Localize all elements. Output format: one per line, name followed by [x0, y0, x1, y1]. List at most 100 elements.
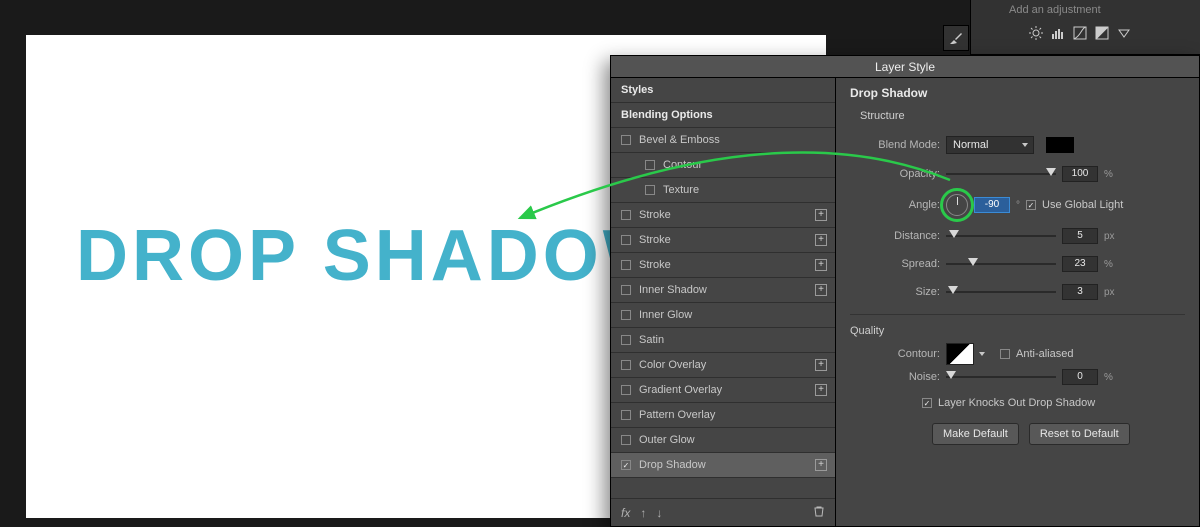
sidebar-item-inner-shadow[interactable]: Inner Shadow + — [611, 278, 835, 303]
sidebar-item-label: Bevel & Emboss — [639, 134, 720, 146]
sidebar-header-blending[interactable]: Blending Options — [611, 103, 835, 128]
sidebar-item-label: Inner Shadow — [639, 284, 707, 296]
make-default-button[interactable]: Make Default — [932, 423, 1019, 445]
angle-input[interactable]: -90 — [974, 197, 1010, 213]
sidebar-item-stroke[interactable]: Stroke + — [611, 253, 835, 278]
blend-mode-row: Blend Mode: Normal — [850, 136, 1185, 154]
opacity-slider[interactable] — [946, 169, 1056, 179]
levels-icon[interactable] — [1051, 26, 1065, 40]
plus-icon[interactable]: + — [815, 384, 827, 396]
angle-dial[interactable] — [946, 194, 968, 216]
sidebar-item-contour[interactable]: Contour — [611, 153, 835, 178]
distance-input[interactable]: 5 — [1062, 228, 1098, 244]
sidebar-item-label: Color Overlay — [639, 359, 706, 371]
unit-label: % — [1104, 372, 1113, 383]
quality-heading: Quality — [850, 325, 1185, 337]
plus-icon[interactable]: + — [815, 284, 827, 296]
sidebar-item-color-overlay[interactable]: Color Overlay + — [611, 353, 835, 378]
anti-aliased-checkbox[interactable] — [1000, 349, 1010, 359]
sidebar-item-stroke[interactable]: Stroke + — [611, 228, 835, 253]
size-slider[interactable] — [946, 287, 1056, 297]
checkbox-icon[interactable]: ✓ — [621, 460, 631, 470]
dialog-title: Layer Style — [611, 56, 1199, 78]
sidebar-item-texture[interactable]: Texture — [611, 178, 835, 203]
angle-row: Angle: -90 ° ✓ Use Global Light — [850, 194, 1185, 216]
checkbox-icon[interactable] — [645, 160, 655, 170]
checkbox-icon[interactable] — [621, 435, 631, 445]
checkbox-icon[interactable] — [621, 210, 631, 220]
trash-icon[interactable] — [813, 505, 825, 520]
panel-heading: Drop Shadow — [850, 86, 1185, 100]
plus-icon[interactable]: + — [815, 234, 827, 246]
opacity-label: Opacity: — [850, 168, 940, 180]
size-row: Size: 3 px — [850, 284, 1185, 300]
sidebar-item-satin[interactable]: Satin — [611, 328, 835, 353]
sidebar-item-label: Drop Shadow — [639, 459, 706, 471]
unit-label: ° — [1016, 200, 1020, 211]
sidebar-item-stroke[interactable]: Stroke + — [611, 203, 835, 228]
size-input[interactable]: 3 — [1062, 284, 1098, 300]
arrow-up-icon[interactable]: ↑ — [640, 506, 646, 520]
noise-label: Noise: — [850, 371, 940, 383]
spread-input[interactable]: 23 — [1062, 256, 1098, 272]
sidebar-header-styles[interactable]: Styles — [611, 78, 835, 103]
more-icon[interactable] — [1117, 26, 1131, 40]
checkbox-icon[interactable] — [621, 385, 631, 395]
checkbox-icon[interactable] — [621, 235, 631, 245]
spread-label: Spread: — [850, 258, 940, 270]
checkbox-icon[interactable] — [621, 360, 631, 370]
sidebar-item-label: Stroke — [639, 259, 671, 271]
opacity-input[interactable]: 100 — [1062, 166, 1098, 182]
reset-default-button[interactable]: Reset to Default — [1029, 423, 1130, 445]
brush-tool-icon[interactable] — [943, 25, 969, 51]
noise-input[interactable]: 0 — [1062, 369, 1098, 385]
shadow-color-swatch[interactable] — [1046, 137, 1074, 153]
sidebar-item-label: Pattern Overlay — [639, 409, 715, 421]
spread-slider[interactable] — [946, 259, 1056, 269]
use-global-light-checkbox[interactable]: ✓ — [1026, 200, 1036, 210]
blend-mode-label: Blend Mode: — [850, 139, 940, 151]
layer-knocks-out-row: ✓ Layer Knocks Out Drop Shadow — [922, 397, 1185, 409]
plus-icon[interactable]: + — [815, 459, 827, 471]
size-label: Size: — [850, 286, 940, 298]
curves-icon[interactable] — [1073, 26, 1087, 40]
checkbox-icon[interactable] — [621, 310, 631, 320]
distance-slider[interactable] — [946, 231, 1056, 241]
checkbox-icon[interactable] — [621, 410, 631, 420]
sidebar-item-outer-glow[interactable]: Outer Glow — [611, 428, 835, 453]
plus-icon[interactable]: + — [815, 359, 827, 371]
checkbox-icon[interactable] — [645, 185, 655, 195]
checkbox-icon[interactable] — [621, 335, 631, 345]
use-global-light-label: Use Global Light — [1042, 199, 1123, 211]
blend-mode-dropdown[interactable]: Normal — [946, 136, 1034, 154]
checkbox-icon[interactable] — [621, 135, 631, 145]
sidebar-item-label: Inner Glow — [639, 309, 692, 321]
distance-label: Distance: — [850, 230, 940, 242]
arrow-down-icon[interactable]: ↓ — [656, 506, 662, 520]
sidebar-item-gradient-overlay[interactable]: Gradient Overlay + — [611, 378, 835, 403]
contour-row: Contour: Anti-aliased — [850, 343, 1185, 365]
spread-row: Spread: 23 % — [850, 256, 1185, 272]
sidebar-item-label: Stroke — [639, 209, 671, 221]
sidebar-item-drop-shadow[interactable]: ✓ Drop Shadow + — [611, 453, 835, 478]
contour-picker[interactable] — [946, 343, 974, 365]
angle-label: Angle: — [850, 199, 940, 211]
checkbox-icon[interactable] — [621, 285, 631, 295]
layer-knocks-out-checkbox[interactable]: ✓ — [922, 398, 932, 408]
sidebar-item-label: Gradient Overlay — [639, 384, 722, 396]
brightness-icon[interactable] — [1029, 26, 1043, 40]
sidebar-item-inner-glow[interactable]: Inner Glow — [611, 303, 835, 328]
structure-heading: Structure — [860, 110, 1185, 122]
sidebar-footer: fx ↑ ↓ — [611, 498, 835, 526]
checkbox-icon[interactable] — [621, 260, 631, 270]
fx-icon[interactable]: fx — [621, 506, 630, 520]
plus-icon[interactable]: + — [815, 209, 827, 221]
noise-slider[interactable] — [946, 372, 1056, 382]
sidebar-item-label: Stroke — [639, 234, 671, 246]
styles-sidebar: Styles Blending Options Bevel & Emboss C… — [611, 78, 836, 526]
adjustments-panel: Add an adjustment — [970, 0, 1200, 55]
exposure-icon[interactable] — [1095, 26, 1109, 40]
sidebar-item-pattern-overlay[interactable]: Pattern Overlay — [611, 403, 835, 428]
sidebar-item-bevel[interactable]: Bevel & Emboss — [611, 128, 835, 153]
plus-icon[interactable]: + — [815, 259, 827, 271]
